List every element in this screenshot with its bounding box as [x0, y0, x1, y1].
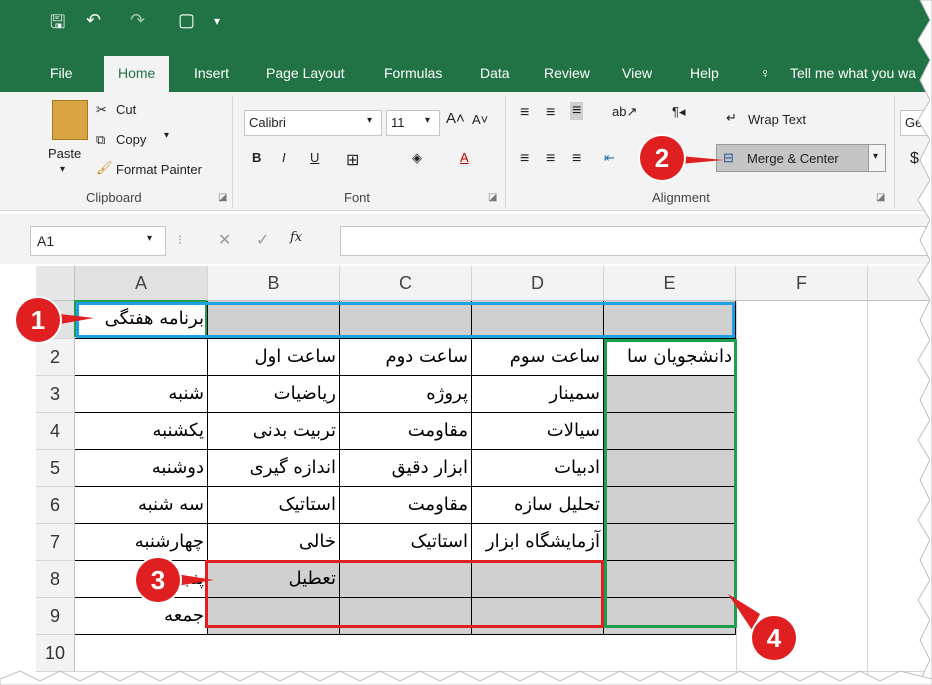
arrow-2 — [680, 156, 724, 164]
arrow-1 — [60, 314, 94, 324]
step-badge-1: 1 — [16, 298, 60, 342]
arrow-3 — [176, 574, 214, 586]
step-badge-4: 4 — [752, 616, 796, 660]
step-badge-3: 3 — [136, 558, 180, 602]
step-badge-2: 2 — [640, 136, 684, 180]
